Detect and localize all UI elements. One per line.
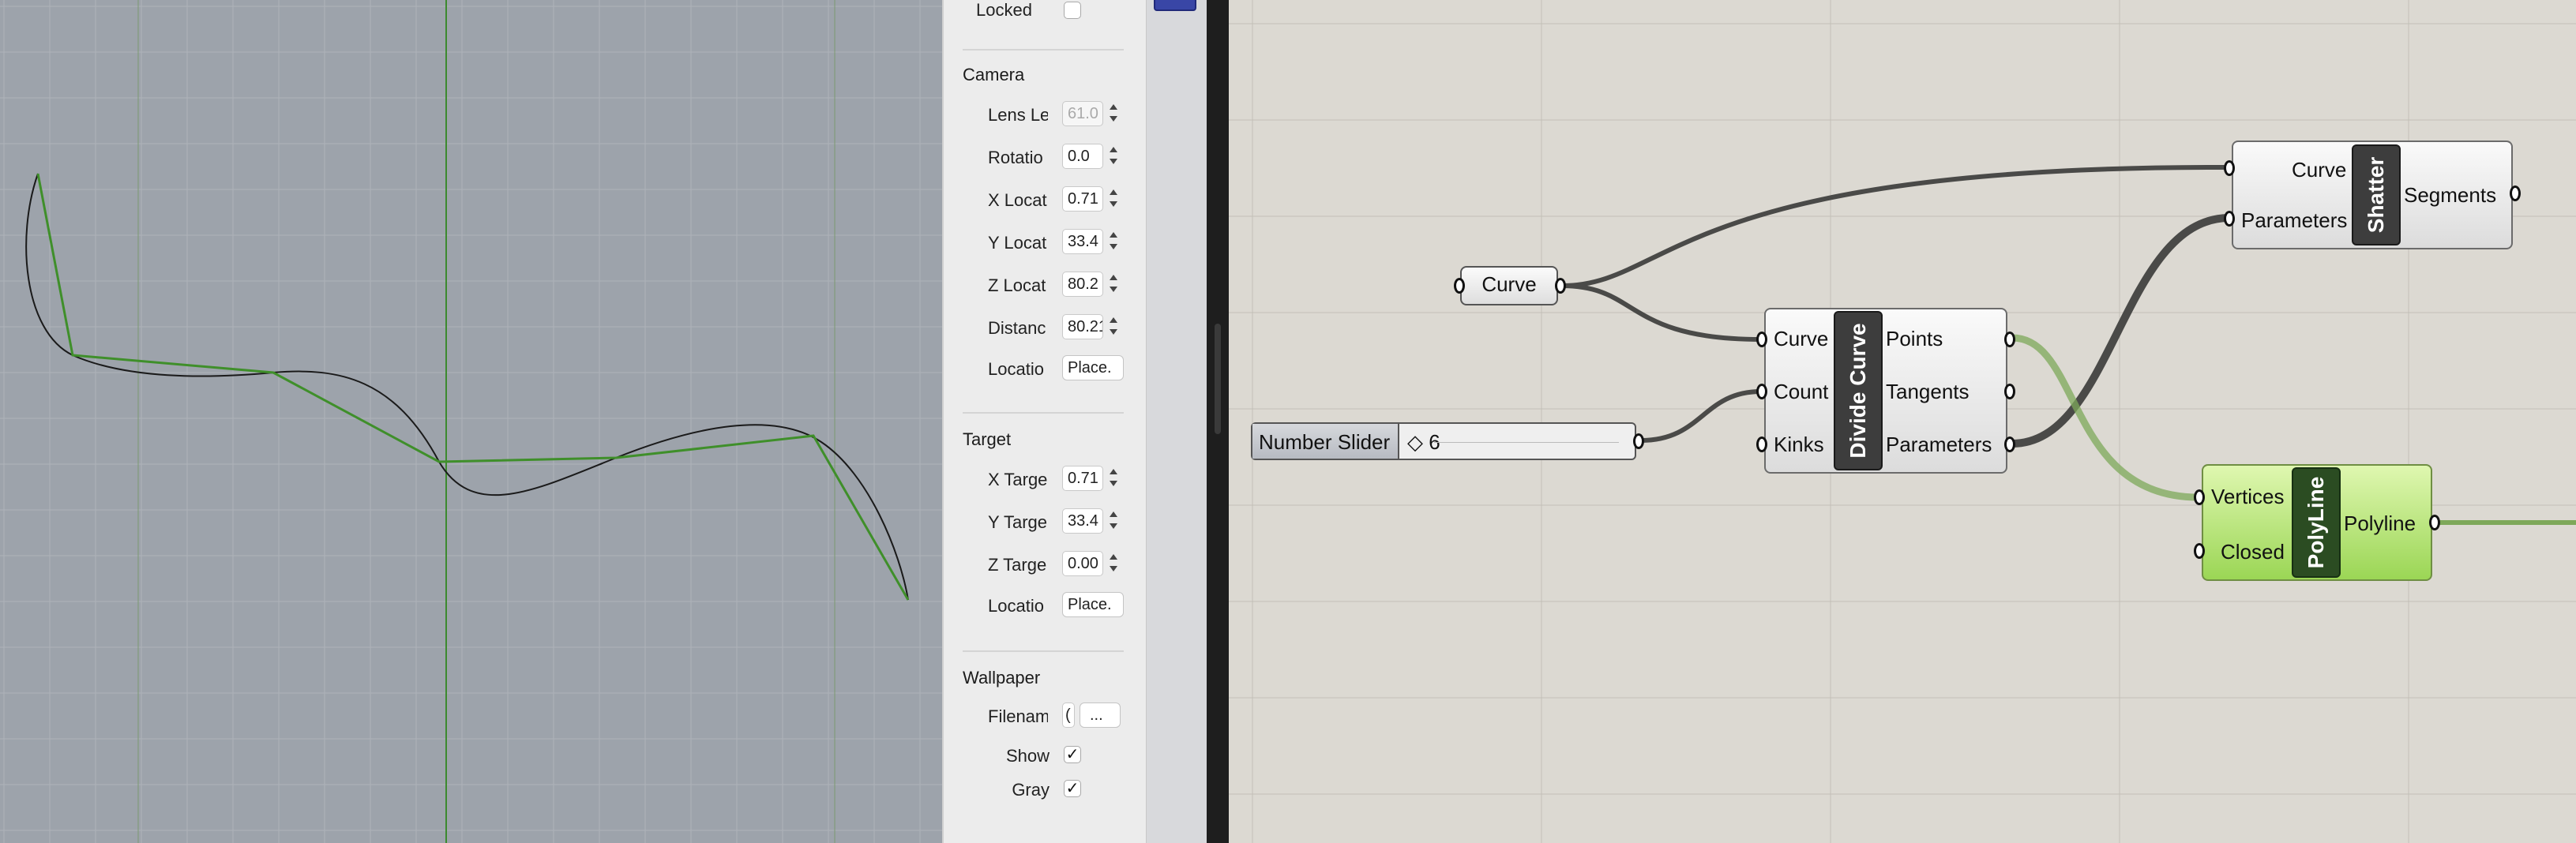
stepper-icon[interactable] [1105, 508, 1122, 534]
target-place-button[interactable]: Place. [1062, 592, 1124, 617]
slider-name: Number Slider [1252, 424, 1399, 459]
locked-checkbox[interactable] [1064, 2, 1081, 19]
show-checkbox[interactable]: ✓ [1064, 746, 1081, 763]
polyline-nickname[interactable]: PolyLine [2292, 467, 2341, 578]
divide-kinks-input-grip[interactable] [1756, 436, 1767, 452]
shatter-nickname-text: Shatter [2364, 156, 2388, 234]
splitter-grip[interactable] [1215, 324, 1221, 434]
target-value-field[interactable]: 0.00 [1062, 551, 1103, 576]
target-value-field[interactable]: 0.71 [1062, 466, 1103, 491]
stepper-icon[interactable] [1105, 101, 1122, 126]
stepper-icon[interactable] [1105, 466, 1122, 491]
properties-panel: Locked Camera Lens Le 61.0 Rotatio 0.0 X Loc… [942, 0, 1147, 843]
camera-value-field[interactable]: 80.2 [1062, 272, 1103, 297]
polyline-preview[interactable] [36, 173, 910, 601]
shatter-parameters-input-grip[interactable] [2224, 211, 2235, 227]
shatter-input-curve: Curve [2292, 158, 2347, 182]
target-location-label: Locatio [988, 596, 1044, 616]
divide-tangents-output-grip[interactable] [2004, 384, 2015, 399]
target-section-title: Target [963, 429, 1012, 449]
shatter-segments-output-grip[interactable] [2510, 185, 2521, 201]
camera-location-label: Locatio [988, 359, 1044, 379]
divider [963, 49, 1124, 51]
camera-label: Rotatio [988, 148, 1043, 167]
wire-slider-to-count [1640, 389, 1762, 443]
polyline-closed-input-grip[interactable] [2194, 543, 2205, 559]
target-label: Z Targe [988, 555, 1047, 575]
divide-curve-nickname[interactable]: Divide Curve [1834, 311, 1883, 470]
shatter-output-segments: Segments [2404, 183, 2497, 207]
locked-label: Locked [976, 0, 1032, 20]
camera-value-field[interactable]: 0.71 [1062, 186, 1103, 212]
target-label: X Targe [988, 470, 1048, 489]
shatter-curve-input-grip[interactable] [2224, 160, 2235, 176]
target-label: Y Targe [988, 512, 1048, 532]
stepper-icon[interactable] [1105, 144, 1122, 169]
camera-value-field[interactable]: 33.4 [1062, 229, 1103, 254]
divide-input-curve: Curve [1774, 327, 1829, 350]
curve-param-input-grip[interactable] [1454, 278, 1465, 294]
browse-button[interactable]: ... [1080, 702, 1121, 728]
curve-param-output-grip[interactable] [1555, 278, 1566, 294]
slider-output-grip[interactable] [1633, 433, 1644, 449]
color-swatch[interactable] [1154, 0, 1196, 11]
divide-input-count: Count [1774, 380, 1829, 403]
divide-input-kinks: Kinks [1774, 433, 1824, 456]
camera-value-field[interactable]: 80.212 [1062, 314, 1103, 339]
camera-label: Distanc [988, 318, 1046, 338]
wallpaper-section-title: Wallpaper [963, 668, 1041, 688]
pane-splitter[interactable] [1207, 0, 1229, 843]
slider-rail[interactable] [1434, 442, 1619, 443]
grasshopper-canvas[interactable]: Curve Number Slider ◇ 6 Divide Curve Cur… [1229, 0, 2576, 843]
stepper-icon[interactable] [1105, 551, 1122, 576]
divide-curve-input-grip[interactable] [1756, 332, 1767, 347]
divide-parameters-output-grip[interactable] [2004, 436, 2015, 452]
polyline-input-closed: Closed [2221, 540, 2285, 564]
divide-output-points: Points [1886, 327, 1943, 350]
stepper-icon[interactable] [1105, 186, 1122, 212]
divide-points-output-grip[interactable] [2004, 332, 2015, 347]
number-slider[interactable]: Number Slider ◇ 6 [1251, 422, 1636, 460]
camera-label: Y Locat [988, 233, 1047, 253]
polyline-output-grip[interactable] [2429, 515, 2440, 530]
polyline-output-polyline: Polyline [2344, 511, 2416, 535]
divide-output-tangents: Tangents [1886, 380, 1970, 403]
polyline-input-vertices: Vertices [2211, 485, 2285, 508]
camera-section-title: Camera [963, 65, 1025, 84]
show-label: Show [1005, 746, 1050, 766]
wire-params-to-shatter [2011, 214, 2229, 448]
viewport-grid [0, 0, 942, 843]
camera-value-field[interactable]: 0.0 [1062, 144, 1103, 169]
wire-curve-to-shatter [1561, 164, 2229, 288]
polyline-vertices-input-grip[interactable] [2194, 489, 2205, 505]
polyline-nickname-text: PolyLine [2304, 476, 2328, 569]
divide-count-input-grip[interactable] [1756, 384, 1767, 399]
camera-label: X Locat [988, 190, 1047, 210]
gray-label: Gray [1012, 780, 1050, 800]
stepper-icon[interactable] [1105, 314, 1122, 339]
camera-value-field: 61.0 [1062, 101, 1103, 126]
curve-param[interactable]: Curve [1460, 266, 1558, 305]
camera-label: Z Locat [988, 275, 1046, 295]
panel-side-strip [1146, 0, 1207, 843]
shatter-input-parameters: Parameters [2241, 208, 2348, 232]
rhino-viewport[interactable] [0, 0, 942, 843]
divide-curve-nickname-text: Divide Curve [1846, 323, 1870, 459]
stepper-icon[interactable] [1105, 229, 1122, 254]
nurbs-curve[interactable] [25, 173, 909, 601]
divide-output-parameters: Parameters [1886, 433, 1992, 456]
filename-field[interactable]: ( [1062, 702, 1075, 728]
stepper-icon[interactable] [1105, 272, 1122, 297]
camera-label: Lens Le [988, 105, 1048, 125]
gray-checkbox[interactable]: ✓ [1064, 780, 1081, 797]
filename-label: Filenam [988, 706, 1048, 726]
divider [963, 412, 1124, 414]
camera-place-button[interactable]: Place. [1062, 355, 1124, 380]
divider [963, 650, 1124, 652]
viewport-canvas[interactable] [0, 0, 942, 843]
target-value-field[interactable]: 33.4 [1062, 508, 1103, 534]
shatter-nickname[interactable]: Shatter [2352, 144, 2401, 245]
